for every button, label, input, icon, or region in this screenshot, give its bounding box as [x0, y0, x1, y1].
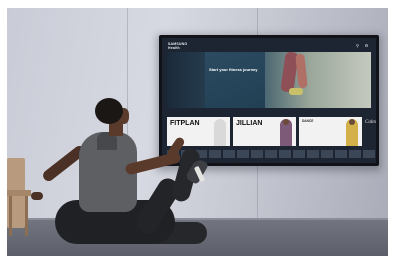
woman-hand	[31, 192, 43, 200]
stretching-woman	[7, 8, 388, 256]
photo-frame: SAMSUNG Health ⚲ ⚙ Start your fitness jo…	[7, 8, 388, 256]
woman-hair	[95, 98, 123, 124]
